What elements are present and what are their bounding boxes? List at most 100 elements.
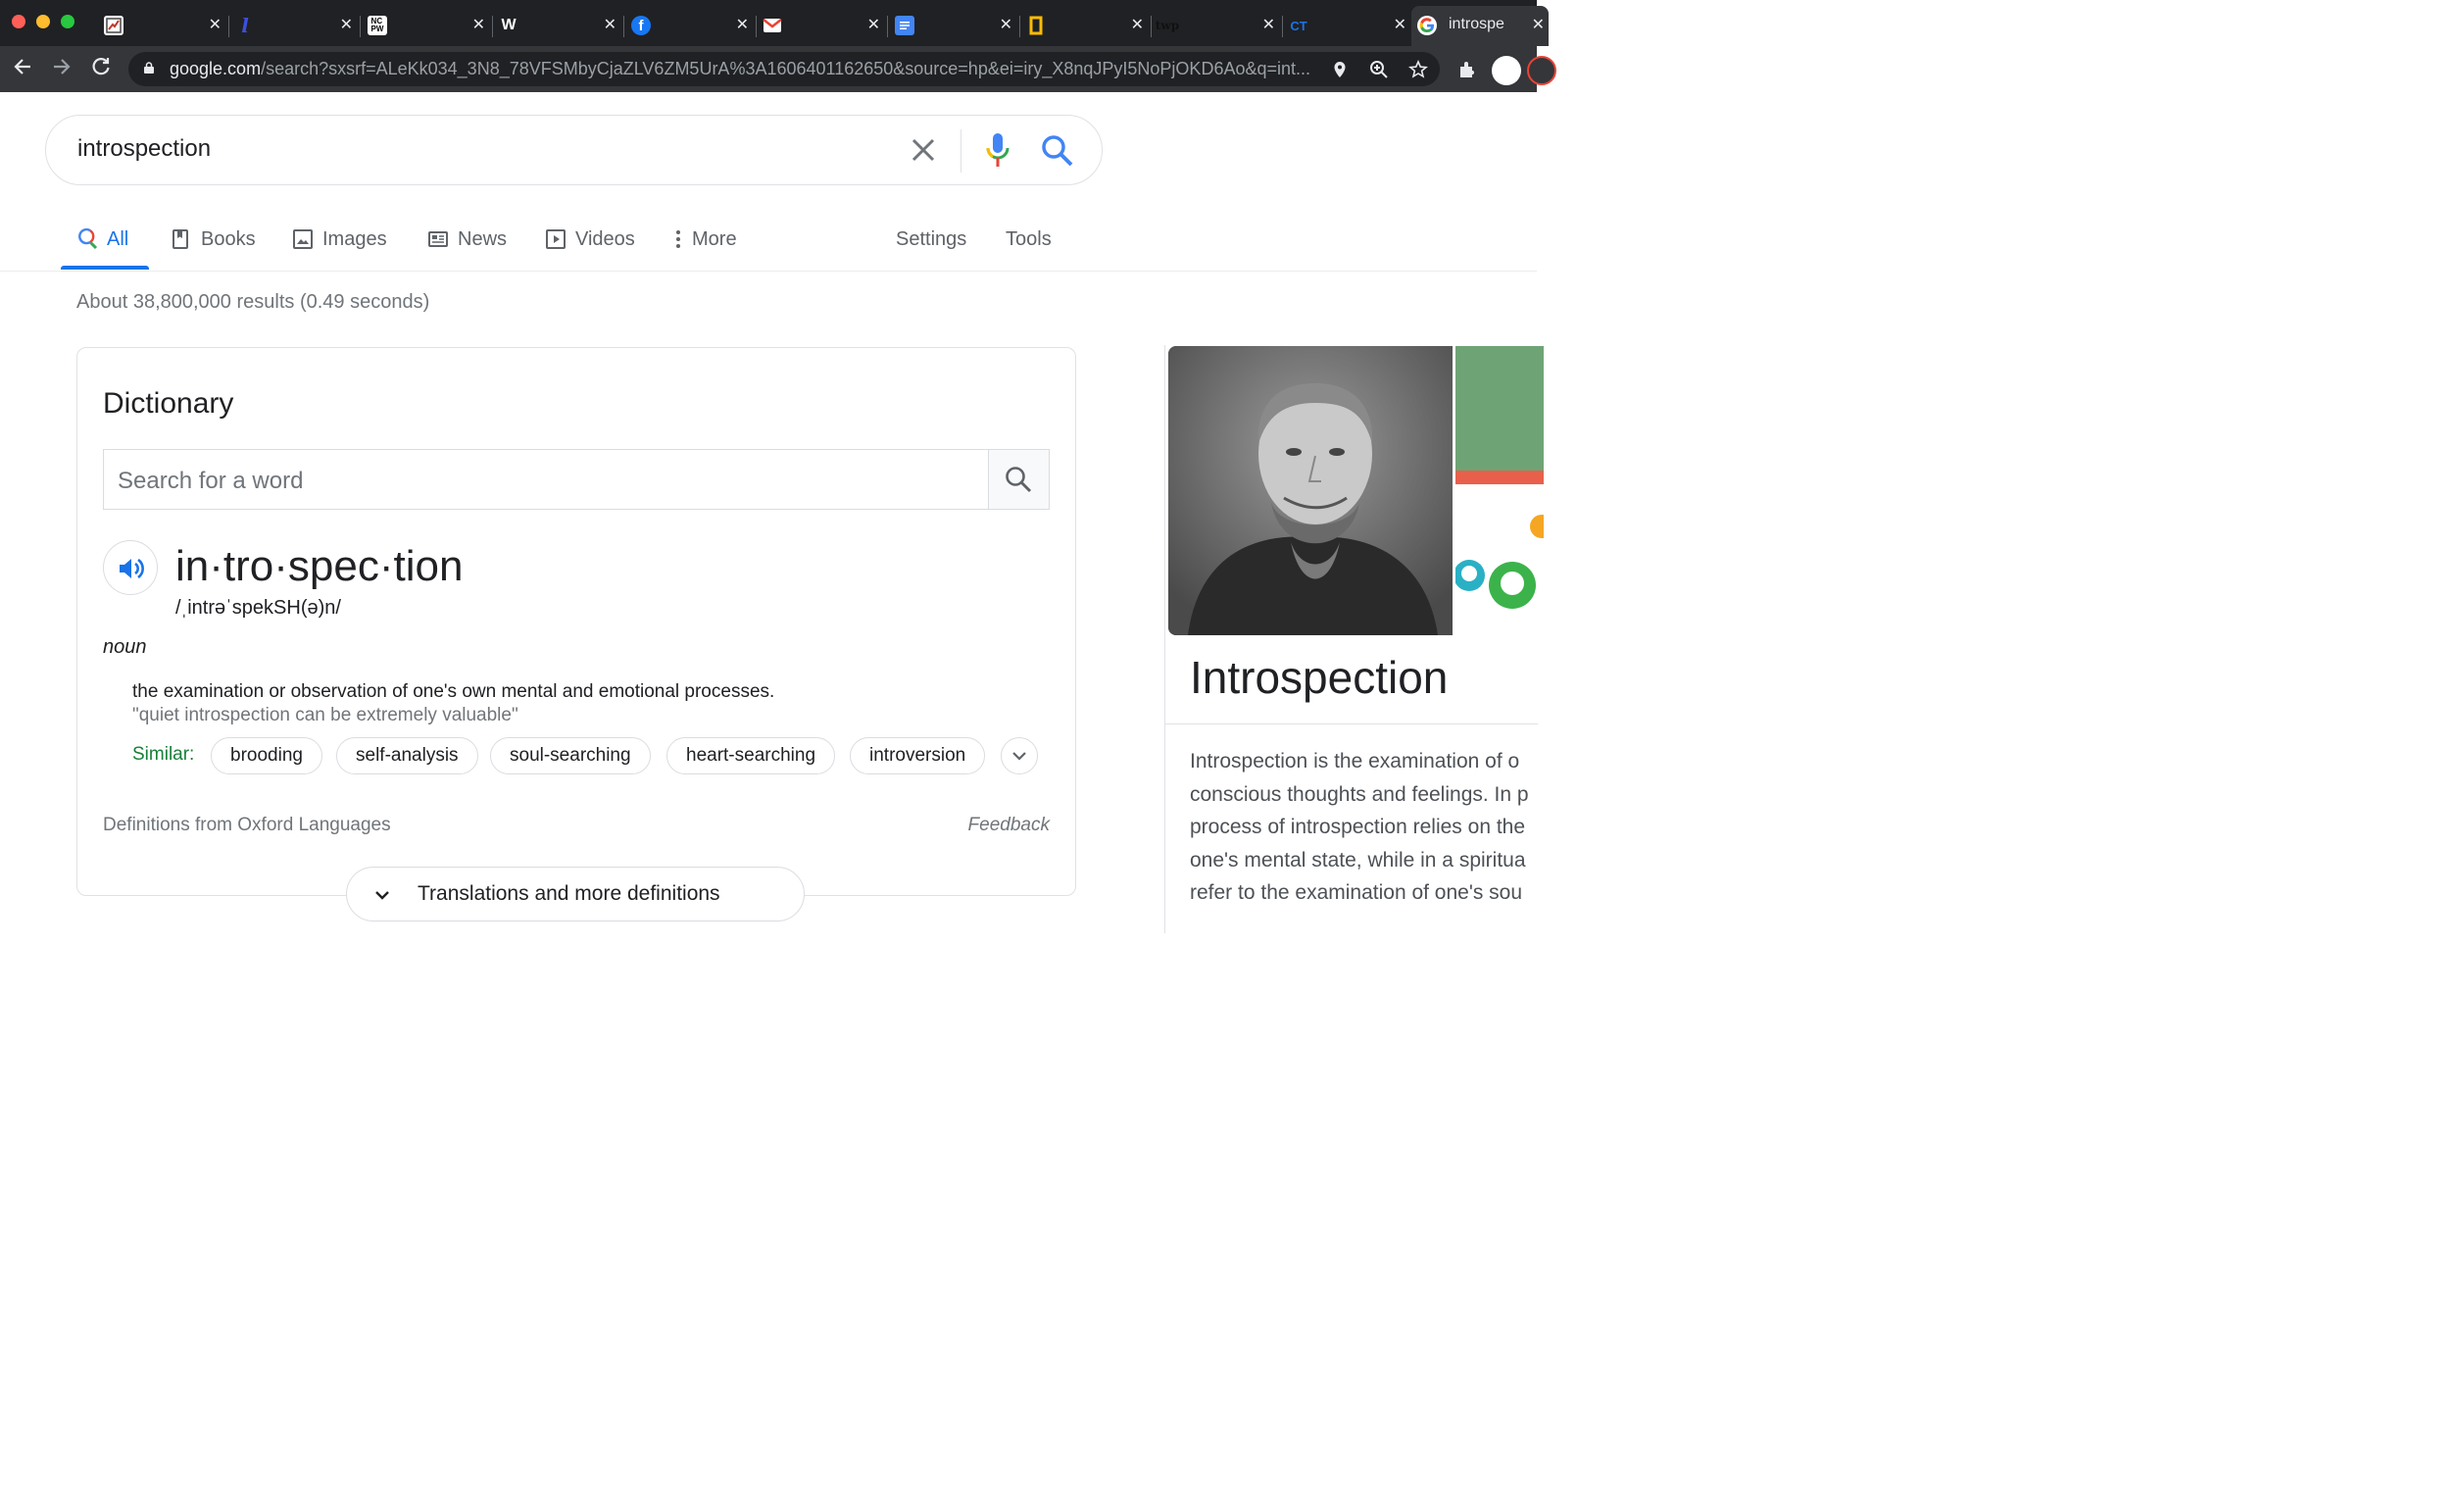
tab-favicon-ct-icon: CT [1290,18,1307,33]
chevron-down-icon [1012,752,1026,761]
window-minimize-button[interactable] [36,15,50,28]
extensions-puzzle-icon[interactable] [1456,59,1478,80]
forward-button[interactable] [49,56,74,81]
address-bar[interactable]: google.com/search?sxsrf=ALeKk034_3N8_78V… [128,52,1440,86]
tab-favicon-yellow-frame-icon [1026,16,1046,35]
similar-label: Similar: [132,744,195,765]
microphone-icon[interactable] [983,131,1012,169]
knowledge-panel-image-3[interactable] [1455,487,1544,635]
tab-images-label: Images [322,227,387,250]
search-icon[interactable] [1040,133,1075,169]
similar-chip[interactable]: heart-searching [666,737,836,774]
tab-favicon-google-icon [1417,16,1437,35]
heads-illustration-icon [1455,515,1544,609]
bookmark-star-icon[interactable] [1408,60,1428,79]
tab-more-label: More [692,227,737,250]
description-line: conscious thoughts and feelings. In p [1190,782,1529,806]
tab-news[interactable]: News [427,224,507,255]
feedback-link[interactable]: Feedback [968,815,1050,836]
dictionary-search-placeholder[interactable]: Search for a word [118,468,303,495]
tab-settings[interactable]: Settings [896,224,966,255]
browser-tab[interactable]: W ✕ [493,6,624,46]
expand-similar-button[interactable] [1001,737,1038,774]
tab-videos-label: Videos [575,227,635,250]
browser-tab[interactable]: CT ✕ [1283,6,1414,46]
tab-close-icon[interactable]: ✕ [1532,16,1545,35]
headword: in·tro·spec·tion [175,542,464,590]
tab-tools-label: Tools [1006,227,1052,250]
similar-chip[interactable]: self-analysis [336,737,478,774]
similar-chip[interactable]: soul-searching [490,737,651,774]
tab-close-icon[interactable]: ✕ [1262,16,1275,35]
similar-chip[interactable]: introversion [850,737,986,774]
example-sentence: "quiet introspection can be extremely va… [132,705,518,725]
browser-tab[interactable]: l ✕ [229,6,361,46]
tab-favicon-docs-icon [895,16,914,35]
window-zoom-button[interactable] [61,15,74,28]
browser-tab[interactable]: ✕ [1020,6,1152,46]
result-stats: About 38,800,000 results (0.49 seconds) [76,291,430,313]
back-button[interactable] [10,56,35,81]
more-definitions-button[interactable]: Translations and more definitions [346,867,805,921]
tab-close-icon[interactable]: ✕ [1131,16,1144,35]
tab-favicon-chart-icon [104,16,123,35]
reload-button[interactable] [88,56,114,81]
tab-favicon-gmail-icon [763,16,782,35]
search-nav-tabs: All Books Images News Videos More Settin… [0,206,1537,272]
speaker-icon [120,558,144,579]
knowledge-panel-image-2[interactable] [1455,346,1544,483]
tab-close-icon[interactable]: ✕ [736,16,749,35]
tab-tools[interactable]: Tools [1006,224,1052,255]
tab-books[interactable]: Books [171,224,256,255]
tab-all[interactable]: All [76,224,128,255]
newspaper-icon [428,231,448,247]
tab-close-icon[interactable]: ✕ [1000,16,1012,35]
definition-text: the examination or observation of one's … [132,681,775,702]
video-play-icon [546,229,566,249]
profile-avatar-secondary[interactable] [1527,56,1556,85]
tab-images[interactable]: Images [292,224,387,255]
tab-close-icon[interactable]: ✕ [1394,16,1406,35]
pronunciation-button[interactable] [103,540,158,595]
knowledge-panel-portrait-image[interactable] [1168,346,1453,635]
dictionary-search-button[interactable] [988,450,1049,509]
description-line: refer to the examination of one's sou [1190,881,1523,905]
clear-search-icon[interactable] [907,133,940,167]
url-text: google.com/search?sxsrf=ALeKk034_3N8_78V… [170,59,1311,78]
tab-favicon-twp-icon: twp [1155,19,1180,32]
tab-close-icon[interactable]: ✕ [472,16,485,35]
tab-more[interactable]: More [670,224,737,255]
tab-videos[interactable]: Videos [545,224,635,255]
more-vertical-icon [676,230,680,248]
zoom-icon[interactable] [1369,60,1389,79]
tab-favicon-facebook-icon: f [631,16,651,35]
arrow-right-icon [54,59,71,75]
chevron-down-icon [375,891,389,900]
window-close-button[interactable] [12,15,25,28]
browser-tab[interactable]: ✕ [889,6,1020,46]
browser-tab-active[interactable]: introspe ✕ [1411,6,1549,46]
search-input[interactable]: introspection [77,135,211,163]
browser-tab[interactable]: ✕ [757,6,888,46]
dictionary-source[interactable]: Definitions from Oxford Languages [103,815,391,836]
phonetic-spelling: /ˌintrəˈspekSH(ə)n/ [175,597,341,619]
tab-close-icon[interactable]: ✕ [209,16,222,35]
browser-tab-strip: ✕ l ✕ NC PW ✕ W ✕ f ✕ ✕ ✕ ✕ twp ✕ CT ✕ i… [0,0,1549,46]
browser-toolbar: google.com/search?sxsrf=ALeKk034_3N8_78V… [0,46,1556,92]
tab-close-icon[interactable]: ✕ [340,16,353,35]
dictionary-search-field[interactable]: Search for a word [103,449,1050,510]
tab-close-icon[interactable]: ✕ [867,16,880,35]
part-of-speech: noun [103,636,147,658]
similar-chip[interactable]: brooding [211,737,322,774]
active-tab-title: introspe [1449,16,1504,32]
browser-tab[interactable]: NC PW ✕ [362,6,493,46]
tab-close-icon[interactable]: ✕ [604,16,616,35]
browser-tab[interactable]: f ✕ [625,6,757,46]
search-box[interactable]: introspection [45,115,1103,185]
browser-tab[interactable]: ✕ [98,6,229,46]
image-icon [293,229,313,249]
profile-avatar[interactable] [1492,56,1521,85]
browser-tab[interactable]: twp ✕ [1152,6,1283,46]
location-pin-icon[interactable] [1330,60,1350,79]
search-multicolor-icon [78,228,98,250]
